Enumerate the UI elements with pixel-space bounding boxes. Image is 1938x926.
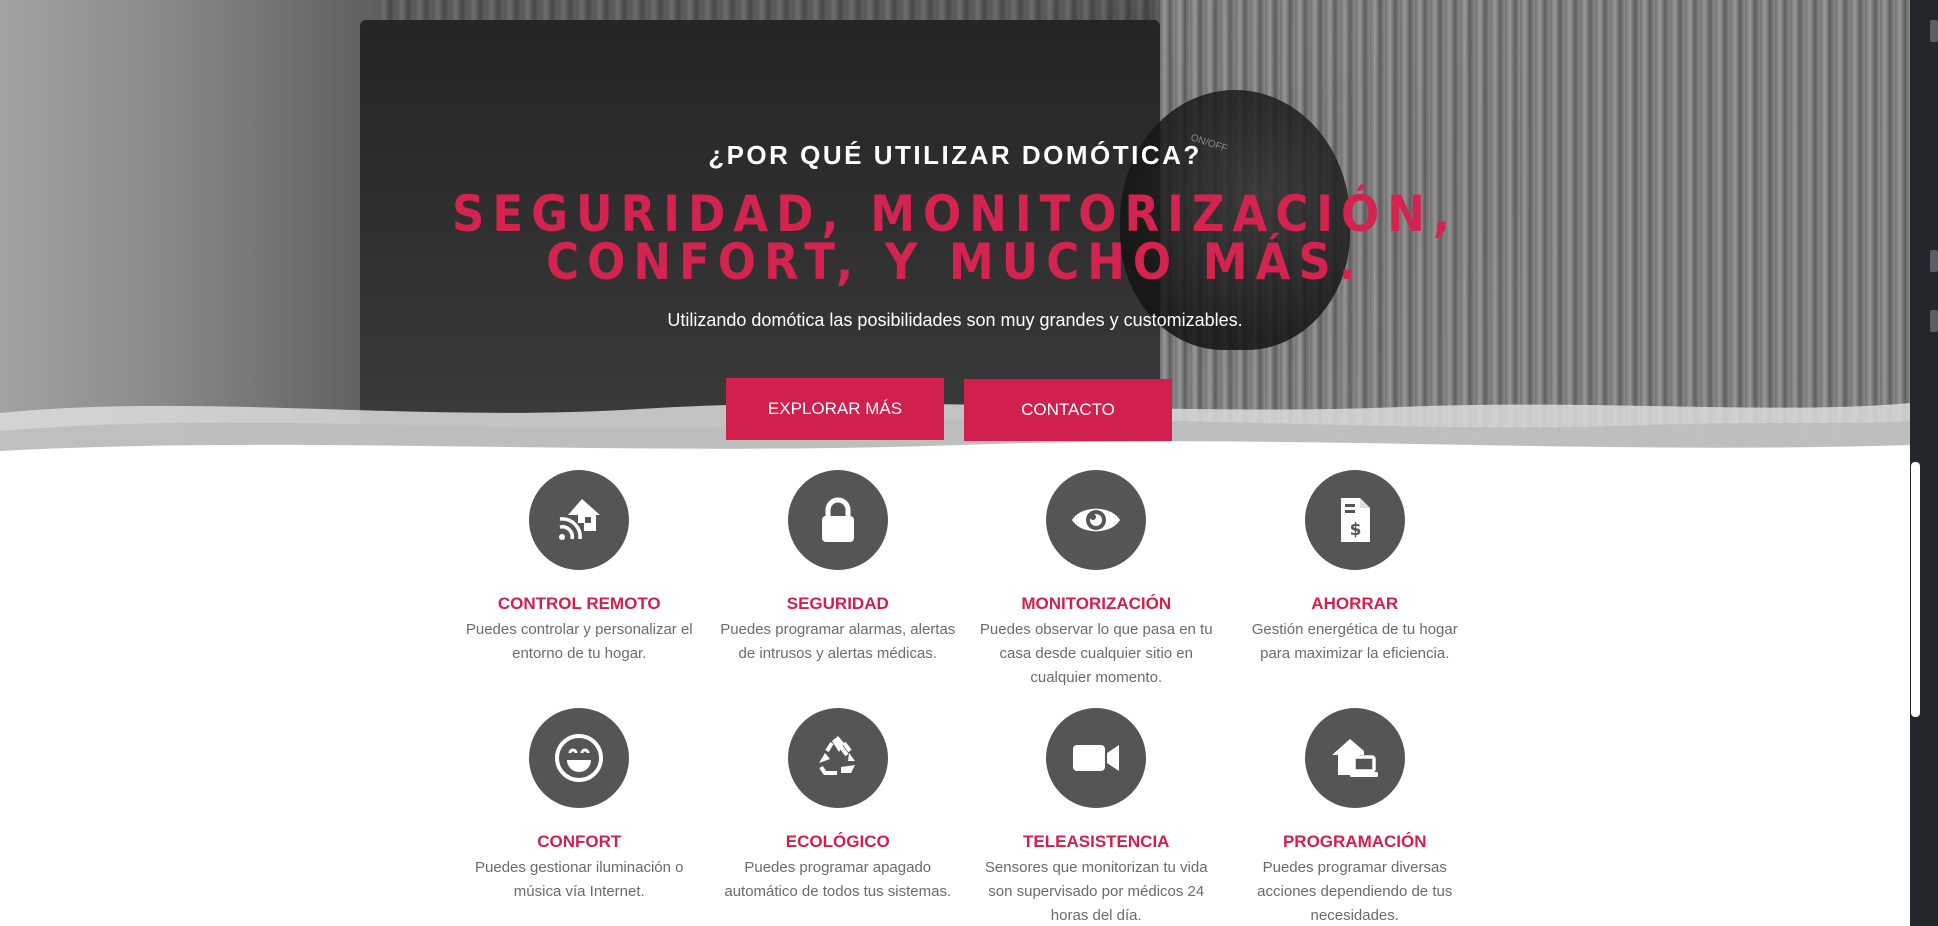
feature-title: ECOLÓGICO (785, 832, 890, 851)
feature-card-confort: CONFORT Puedes gestionar iluminación o m… (450, 708, 709, 924)
scrollbar-thumb[interactable] (1911, 462, 1920, 717)
feature-title: SEGURIDAD (786, 594, 889, 613)
feature-card-monitorizacion: MONITORIZACIÓN Puedes observar lo que pa… (967, 470, 1226, 686)
hero-section: ON/OFF ¿POR QUÉ UTILIZAR DOMÓTICA? SEGUR… (0, 0, 1910, 460)
feature-icon-circle (1304, 708, 1405, 808)
feature-card-control-remoto: CONTROL REMOTO Puedes controlar y person… (450, 470, 709, 686)
feature-text: Gestión energética de tu hogar para maxi… (1251, 621, 1458, 662)
hero-subline: Utilizando domótica las posibilidades so… (667, 310, 1243, 330)
feature-text: Puedes observar lo que pasa en tu casa d… (979, 621, 1213, 686)
hero-eyebrow: ¿POR QUÉ UTILIZAR DOMÓTICA? (708, 140, 1202, 170)
hero-headline-line2: CONFORT, Y MUCHO MÁS. (546, 233, 1364, 291)
feature-icon-circle (787, 708, 888, 808)
feature-title: TELEASISTENCIA (1023, 832, 1170, 851)
feature-icon-circle (529, 708, 630, 808)
feature-card-teleasistencia: TELEASISTENCIA Sensores que monitorizan … (967, 708, 1226, 924)
feature-text: Sensores que monitorizan tu vida son sup… (984, 859, 1208, 924)
sidebar-strip-icon[interactable] (1930, 250, 1938, 272)
explore-more-button[interactable]: EXPLORAR MÁS (726, 378, 944, 440)
recycle-icon (818, 736, 855, 775)
feature-icon-circle: $ (1304, 470, 1405, 570)
hero-headline-line1: SEGURIDAD, MONITORIZACIÓN, (452, 185, 1458, 243)
feature-icon-circle (1046, 708, 1147, 808)
hero-headline: SEGURIDAD, MONITORIZACIÓN, CONFORT, Y MU… (0, 185, 1910, 291)
feature-icon-circle (787, 470, 888, 570)
smile-icon (555, 734, 604, 782)
feature-title: CONFORT (537, 832, 622, 851)
home-laptop-icon (1331, 739, 1378, 777)
feature-title: CONTROL REMOTO (497, 594, 661, 613)
feature-card-seguridad: SEGURIDAD Puedes programar alarmas, aler… (709, 470, 968, 686)
feature-icon-circle (529, 470, 630, 570)
feature-text: Puedes programar apagado automático de t… (724, 859, 952, 900)
feature-text: Puedes controlar y personalizar el entor… (465, 621, 693, 662)
feature-text: Puedes gestionar iluminación o música ví… (475, 859, 684, 900)
feature-card-programacion: PROGRAMACIÓN Puedes programar diversas a… (1226, 708, 1485, 924)
video-camera-icon (1073, 745, 1120, 771)
remote-home-icon (559, 499, 601, 540)
feature-text: Puedes programar diversas acciones depen… (1257, 859, 1453, 924)
sidebar-strip-icon[interactable] (1930, 310, 1938, 332)
sidebar-strip-icon[interactable] (1930, 20, 1938, 42)
feature-text: Puedes programar alarmas, alertas de int… (720, 621, 956, 662)
feature-title: PROGRAMACIÓN (1282, 832, 1427, 851)
eye-icon (1072, 508, 1121, 532)
hero-wave-divider (0, 403, 1910, 460)
feature-title: MONITORIZACIÓN (1021, 594, 1172, 613)
features-grid: CONTROL REMOTO Puedes controlar y person… (450, 470, 1484, 924)
invoice-dollar-icon: $ (1340, 498, 1370, 542)
feature-card-ahorrar: $ AHORRAR Gestión energética de tu hogar… (1226, 470, 1485, 686)
feature-card-ecologico: ECOLÓGICO Puedes programar apagado autom… (709, 708, 968, 924)
feature-icon-circle (1046, 470, 1147, 570)
svg-text:$: $ (1349, 520, 1361, 540)
feature-title: AHORRAR (1311, 594, 1399, 613)
contact-button[interactable]: CONTACTO (964, 379, 1172, 441)
lock-icon (821, 497, 854, 542)
